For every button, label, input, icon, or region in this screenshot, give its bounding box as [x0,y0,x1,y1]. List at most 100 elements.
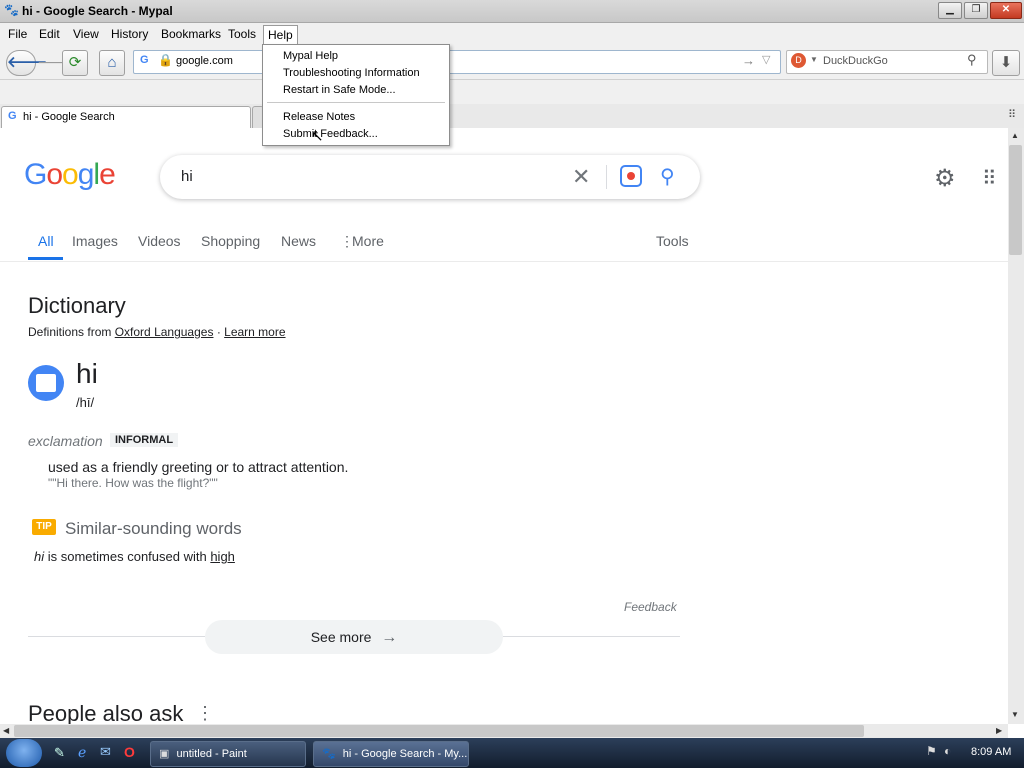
dropdown-icon[interactable]: ▽ [762,53,770,66]
lock-icon: 🔒 [158,53,173,67]
more-options-icon[interactable]: ⋮ [196,703,214,724]
start-button[interactable] [6,739,42,767]
tab-news[interactable]: News [281,233,316,249]
quicklaunch-icon-3[interactable]: ✉ [100,744,111,760]
divider [606,165,607,189]
duckduckgo-icon: D [791,53,806,68]
taskbar-paint-label: untitled - Paint [176,748,247,760]
tray-network-icon[interactable]: ⚑ [926,744,937,758]
download-button[interactable]: ⬇ [992,50,1020,76]
tip-badge: TIP [32,519,56,535]
menu-troubleshooting[interactable]: Troubleshooting Information [283,67,420,79]
tray-volume-icon[interactable]: ◐ [944,744,951,758]
engine-dropdown-icon[interactable]: ▼ [810,55,818,64]
menu-history[interactable]: History [107,27,152,41]
clear-icon[interactable]: ✕ [572,164,590,190]
menu-view[interactable]: View [69,27,103,41]
speaker-icon[interactable] [28,365,64,401]
reload-button[interactable]: ⟳ [62,50,88,76]
high-link[interactable]: high [210,549,235,564]
ie-icon[interactable]: ℯ [78,744,86,761]
help-menu: Mypal Help Troubleshooting Information R… [262,44,450,146]
oxford-languages-link[interactable]: Oxford Languages [115,325,214,339]
tabs-divider [0,261,1008,262]
taskbar-item-paint[interactable]: ▣ untitled - Paint [150,741,306,767]
web-page: Google hi ✕ ⚲ ⚙ ⠿ All Images Videos Shop… [0,128,1008,724]
dictionary-heading: Dictionary [28,293,126,318]
pronunciation: /hī/ [76,395,95,410]
google-logo[interactable]: Google [24,158,116,192]
maximize-button[interactable]: ❐ [964,2,988,19]
active-tab-indicator [28,257,63,260]
scroll-right-icon[interactable]: ▶ [996,726,1002,735]
taskbar-mypal-label: hi - Google Search - My... [342,748,468,760]
menu-submit-feedback[interactable]: Submit Feedback... [283,128,378,140]
vertical-scrollbar[interactable]: ▲ ▼ [1008,128,1024,724]
menu-restart-safe-mode[interactable]: Restart in Safe Mode... [283,84,396,96]
menu-edit[interactable]: Edit [35,27,64,41]
tab-images[interactable]: Images [72,233,118,249]
mouse-cursor-icon: ↖ [311,128,324,145]
tab-videos[interactable]: Videos [138,233,181,249]
tab-shopping[interactable]: Shopping [201,233,260,249]
menu-help[interactable]: Help [263,25,298,45]
title-bar: 🐾 hi - Google Search - Mypal ▁ ❐ ✕ [0,0,1024,23]
apps-grid-icon[interactable]: ⠿ [982,166,997,191]
tab-more[interactable]: More [352,233,384,249]
register-badge: INFORMAL [110,433,179,447]
search-bar[interactable]: D ▼ DuckDuckGo ⚲ [786,50,988,74]
menu-tools[interactable]: Tools [224,27,260,41]
settings-gear-icon[interactable]: ⚙ [934,164,956,193]
dictionary-word: hi [76,358,98,389]
scroll-down-icon[interactable]: ▼ [1011,710,1019,719]
taskbar: ✎ ℯ ✉ O ▣ untitled - Paint 🐾 hi - Google… [0,738,1024,768]
scroll-left-icon[interactable]: ◀ [3,726,9,735]
back-button[interactable]: 🡐 [6,50,47,76]
menu-bookmarks[interactable]: Bookmarks [157,27,225,41]
tab-google-search[interactable]: G hi - Google Search [1,106,251,128]
search-icon[interactable]: ⚲ [967,52,977,68]
url-bar[interactable]: G 🔒 google.com → ▽ [133,50,781,74]
search-placeholder: DuckDuckGo [823,55,888,67]
google-favicon: G [8,110,17,122]
close-button[interactable]: ✕ [990,2,1022,19]
see-more-label: See more [310,629,372,645]
window-title: hi - Google Search - Mypal [22,4,173,18]
source-separator: · [216,325,221,339]
arrow-right-icon: → [381,629,398,646]
home-button[interactable]: ⌂ [99,50,125,76]
taskbar-item-mypal[interactable]: 🐾 hi - Google Search - My... [313,741,469,767]
quicklaunch-icon-1[interactable]: ✎ [54,745,65,761]
definition: used as a friendly greeting or to attrac… [48,459,349,475]
google-search-icon[interactable]: ⚲ [660,164,675,189]
lens-icon[interactable] [620,165,642,187]
scroll-up-icon[interactable]: ▲ [1011,131,1019,140]
minimize-button[interactable]: ▁ [938,2,962,19]
site-favicon: G [140,54,149,66]
learn-more-link[interactable]: Learn more [224,325,285,339]
feedback-link[interactable]: Feedback [624,600,677,614]
mypal-task-icon: 🐾 [322,748,336,760]
paint-icon: ▣ [159,748,170,760]
hscroll-thumb[interactable] [14,725,864,737]
see-more-button[interactable]: See more → [205,620,503,654]
menu-release-notes[interactable]: Release Notes [283,111,355,123]
tools-button[interactable]: Tools [656,233,689,249]
horizontal-scrollbar[interactable]: ◀ ▶ [0,724,1008,738]
search-query[interactable]: hi [181,168,193,185]
clock[interactable]: 8:09 AM [971,746,1011,758]
dictionary-source: Definitions from Oxford Languages · Lear… [28,325,286,339]
opera-icon[interactable]: O [124,744,135,760]
navigation-bar: 🡐 🡒 ⟳ ⌂ G 🔒 google.com → ▽ D ▼ DuckDuckG… [0,45,1024,80]
mypal-icon: 🐾 [4,3,19,17]
menu-mypal-help[interactable]: Mypal Help [283,50,338,62]
confused-text: is sometimes confused with [47,549,207,564]
scroll-thumb[interactable] [1009,145,1022,255]
go-arrow-icon[interactable]: → [742,53,755,68]
menu-file[interactable]: File [4,27,31,41]
tab-all[interactable]: All [38,233,54,249]
example-sentence: ""Hi there. How was the flight?"" [48,476,218,490]
google-search-box[interactable]: hi ✕ ⚲ [160,155,700,199]
tab-list-icon[interactable]: ⠿ [1008,108,1016,121]
source-prefix: Definitions from [28,325,112,339]
